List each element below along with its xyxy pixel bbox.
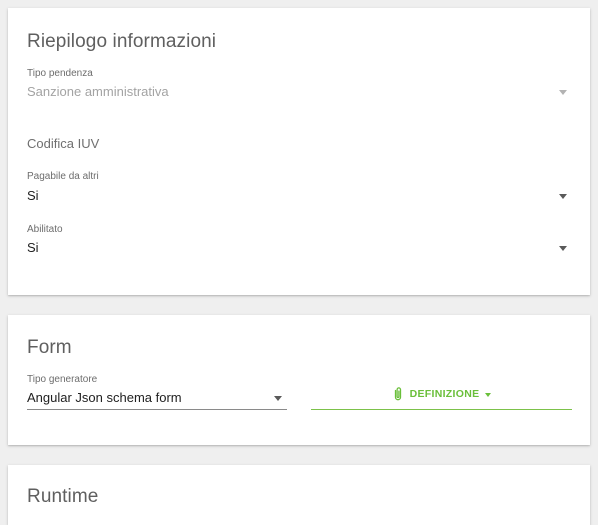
runtime-title: Runtime: [27, 486, 99, 507]
abilitato-value: Si: [27, 240, 39, 255]
abilitato-label: Abilitato: [27, 224, 63, 235]
runtime-card: Runtime: [8, 465, 590, 525]
abilitato-select[interactable]: Si: [27, 238, 573, 260]
tipo-generatore-underline: [27, 409, 287, 410]
tipo-pendenza-value: Sanzione amministrativa: [27, 84, 169, 99]
tipo-pendenza-select: Sanzione amministrativa: [27, 82, 573, 104]
chevron-down-icon: [559, 194, 567, 199]
tipo-generatore-value: Angular Json schema form: [27, 390, 182, 405]
paperclip-icon: [392, 386, 404, 402]
codifica-iuv-label: Codifica IUV: [27, 136, 100, 151]
riepilogo-card: Riepilogo informazioni Tipo pendenza San…: [8, 8, 590, 295]
tipo-pendenza-label: Tipo pendenza: [27, 68, 93, 79]
form-card: Form Tipo generatore Angular Json schema…: [8, 315, 590, 445]
chevron-down-icon: [274, 396, 282, 401]
pagabile-da-altri-value: Si: [27, 188, 39, 203]
caret-down-icon: [485, 392, 492, 397]
chevron-down-icon: [559, 246, 567, 251]
definizione-button[interactable]: DEFINIZIONE: [311, 379, 572, 410]
chevron-down-icon: [559, 90, 567, 95]
tipo-generatore-select[interactable]: Angular Json schema form: [27, 388, 287, 411]
pagabile-da-altri-label: Pagabile da altri: [27, 171, 99, 182]
form-title: Form: [27, 337, 72, 358]
pagabile-da-altri-select[interactable]: Si: [27, 186, 573, 208]
tipo-generatore-label: Tipo generatore: [27, 374, 98, 385]
definizione-label: DEFINIZIONE: [409, 388, 480, 400]
riepilogo-title: Riepilogo informazioni: [27, 31, 217, 52]
